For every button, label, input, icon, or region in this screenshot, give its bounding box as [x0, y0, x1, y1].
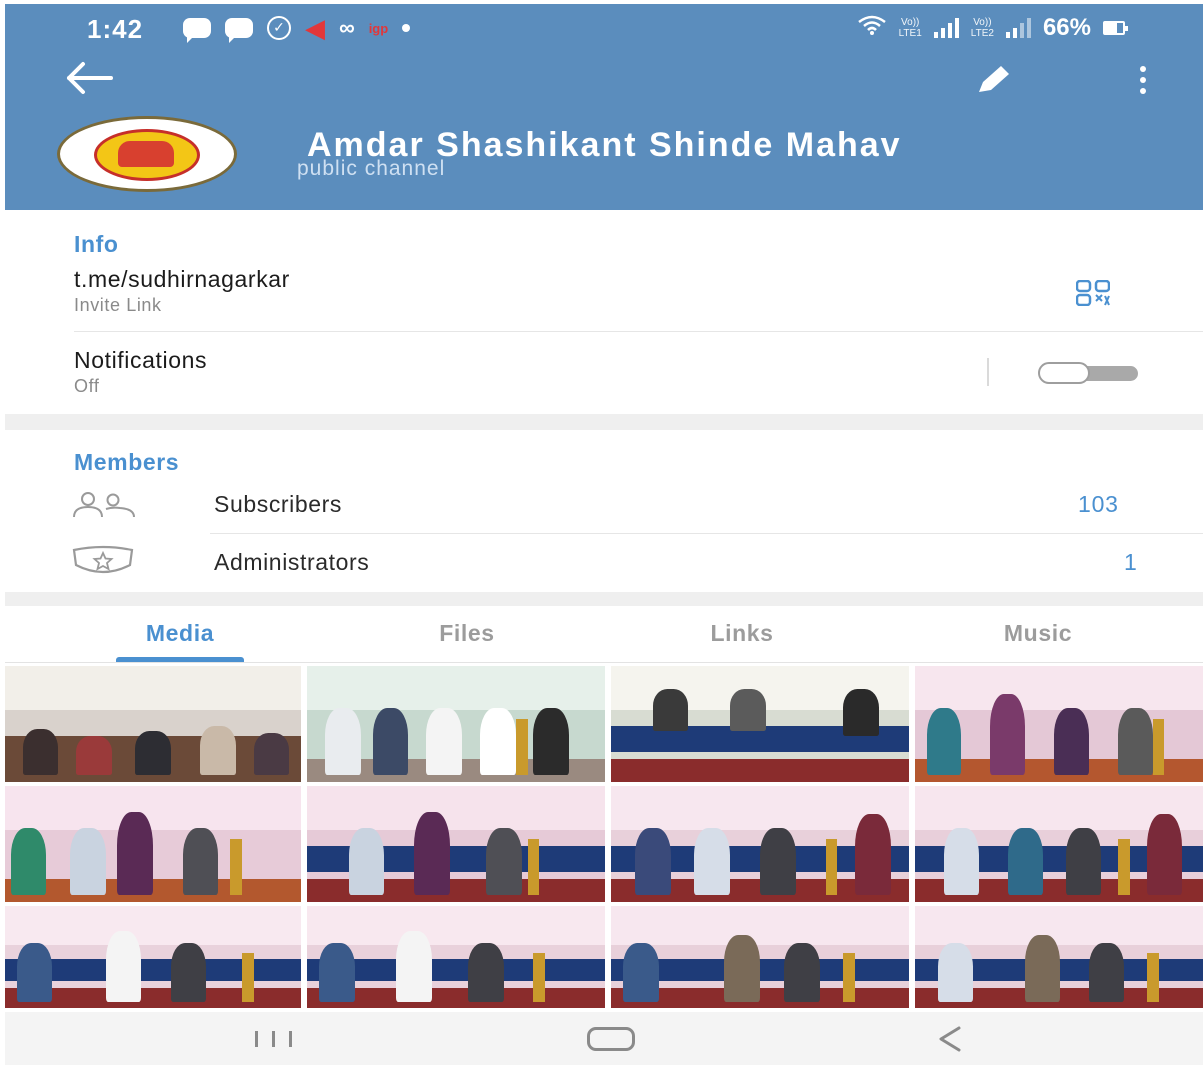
more-notifications-dot: [402, 24, 411, 32]
administrators-row[interactable]: Administrators: [214, 549, 369, 576]
signal-sim2-icon: [1005, 18, 1031, 38]
system-nav-bar: [5, 1012, 1203, 1065]
more-vertical-icon[interactable]: [1133, 64, 1153, 96]
tab-links[interactable]: Links: [622, 620, 862, 647]
toggle-separator: [987, 358, 989, 386]
media-thumbnail[interactable]: [5, 786, 301, 902]
section-gap: [5, 592, 1203, 606]
volte-sim1-top: Vo)): [901, 17, 920, 28]
invite-link-caption: Invite Link: [74, 295, 162, 315]
nav-back-icon[interactable]: [935, 1025, 965, 1053]
media-thumbnail[interactable]: [915, 786, 1203, 902]
administrators-count: 1: [1124, 549, 1138, 575]
avatar-emblem: [118, 141, 174, 167]
volte-sim1-bottom: LTE1: [898, 28, 922, 39]
signal-sim1-icon: [933, 18, 959, 38]
message-icon: [225, 18, 253, 43]
igp-app-icon: igp: [368, 20, 389, 36]
tabs-divider: [5, 662, 1203, 663]
members-section-label: Members: [74, 449, 180, 475]
tab-files[interactable]: Files: [347, 620, 587, 647]
media-thumbnail[interactable]: [5, 666, 301, 782]
media-thumbnail[interactable]: [611, 786, 909, 902]
media-thumbnail[interactable]: [915, 906, 1203, 1008]
media-thumbnail[interactable]: [611, 666, 909, 782]
media-grid: [5, 666, 1203, 1008]
media-thumbnail[interactable]: [611, 906, 909, 1008]
app-swirl-icon: ∞: [339, 15, 355, 40]
notifications-label: Notifications: [74, 347, 208, 373]
channel-header: 1:42 ✓ ◀ ∞ igp Vo)) LTE1 Vo)) LTE2 66% A…: [5, 4, 1203, 210]
subscribers-row[interactable]: Subscribers: [214, 491, 342, 518]
invite-link[interactable]: t.me/sudhirnagarkar: [74, 266, 290, 293]
media-thumbnail[interactable]: [915, 666, 1203, 782]
media-thumbnail[interactable]: [307, 786, 605, 902]
volte-sim2-top: Vo)): [973, 17, 992, 28]
divider: [74, 331, 1203, 332]
shield-star-icon: [70, 545, 136, 577]
back-arrow-icon[interactable]: [61, 58, 117, 98]
volte-sim1-indicator: Vo)) LTE1: [899, 17, 922, 39]
status-bar: 1:42 ✓ ◀ ∞ igp Vo)) LTE1 Vo)) LTE2 66%: [5, 4, 1203, 50]
toggle-knob: [1038, 362, 1090, 384]
battery-percent: 66%: [1042, 14, 1091, 41]
volte-sim2-indicator: Vo)) LTE2: [971, 17, 994, 39]
home-icon[interactable]: [587, 1027, 635, 1051]
qr-code-icon[interactable]: [1075, 279, 1111, 307]
recent-apps-icon[interactable]: [253, 1030, 295, 1048]
message-icon: [183, 18, 211, 43]
info-section-label: Info: [74, 231, 119, 257]
media-thumbnail[interactable]: [307, 906, 605, 1008]
media-thumbnail[interactable]: [307, 666, 605, 782]
pencil-icon[interactable]: [973, 62, 1013, 98]
section-gap: [5, 414, 1203, 430]
battery-icon: [1103, 21, 1128, 35]
system-icons: Vo)) LTE1 Vo)) LTE2 66%: [857, 14, 1128, 42]
wifi-icon: [857, 14, 887, 42]
notification-icons: ✓ ◀ ∞ igp: [183, 13, 411, 43]
divider: [210, 533, 1203, 534]
notifications-toggle[interactable]: [1038, 362, 1140, 384]
people-icon: [68, 492, 138, 518]
subscribers-count: 103: [1078, 491, 1119, 517]
media-thumbnail[interactable]: [5, 906, 301, 1008]
arrow-app-icon: ◀: [305, 13, 325, 43]
channel-type: public channel: [297, 157, 446, 180]
status-time: 1:42: [87, 14, 144, 44]
check-circle-icon: ✓: [267, 16, 291, 40]
channel-avatar[interactable]: [57, 116, 237, 192]
tab-media[interactable]: Media: [60, 620, 300, 647]
notifications-state: Off: [74, 376, 100, 396]
tab-music[interactable]: Music: [918, 620, 1158, 647]
volte-sim2-bottom: LTE2: [970, 28, 994, 39]
